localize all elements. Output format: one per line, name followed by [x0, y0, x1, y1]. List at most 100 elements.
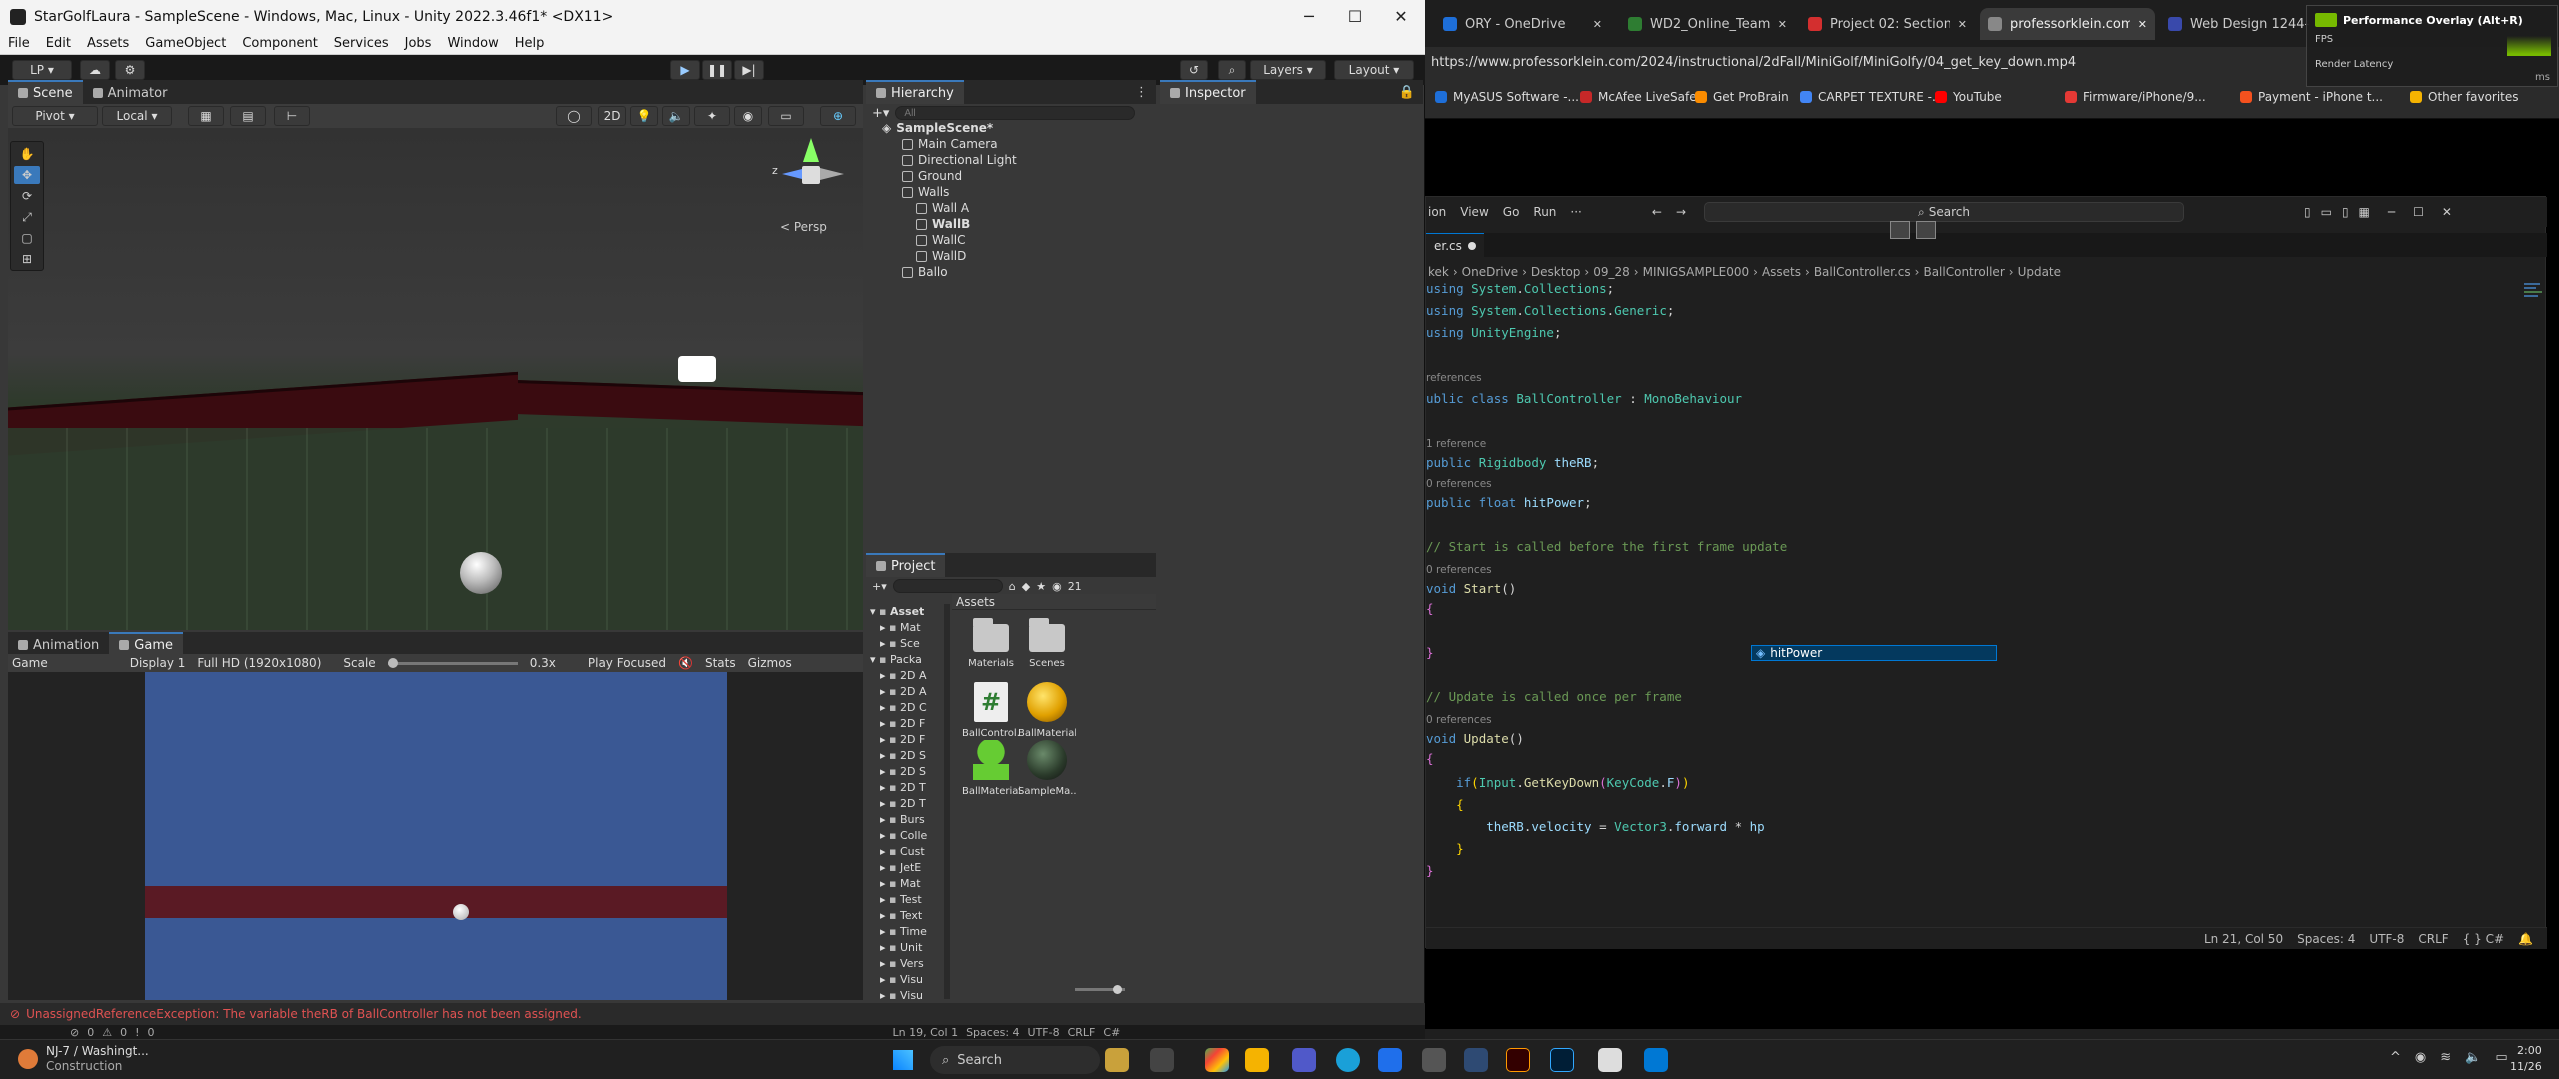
star-icon[interactable]: ★ — [1036, 580, 1046, 593]
code-line[interactable]: 0 references — [1426, 475, 1492, 491]
autocomplete-suggestion[interactable]: hitPower — [1770, 646, 1822, 660]
breadcrumb-item[interactable]: BallController.cs — [1814, 265, 1911, 279]
layout-dropdown[interactable]: Layout ▾ — [1334, 60, 1414, 80]
expand-arrow-icon[interactable]: ▸ — [880, 957, 889, 970]
start-button-icon[interactable] — [893, 1050, 913, 1070]
menu-gameobject[interactable]: GameObject — [137, 36, 234, 51]
bookmark[interactable]: Get ProBrain — [1695, 90, 1789, 104]
project-add-button[interactable]: +▾ — [872, 580, 887, 593]
command-center-search[interactable]: ⌕ Search — [1704, 202, 2184, 222]
vscode-menu-item[interactable]: Run — [1533, 205, 1556, 219]
bookmark[interactable]: Firmware/iPhone/9... — [2065, 90, 2206, 104]
menu-jobs[interactable]: Jobs — [397, 36, 440, 51]
code-line[interactable]: 0 references — [1426, 561, 1492, 577]
weather-widget[interactable]: NJ-7 / Washingt... Construction — [18, 1044, 149, 1074]
expand-arrow-icon[interactable]: ▸ — [880, 717, 889, 730]
increment-snap-icon[interactable]: ⊢ — [274, 106, 310, 126]
draw-mode-icon[interactable]: ◯ — [556, 106, 592, 126]
clock[interactable]: 2:00 11/26 — [2510, 1043, 2542, 1075]
project-tree-item[interactable]: ▸ ▪ Mat — [868, 876, 948, 892]
bookmark[interactable]: MyASUS Software -... — [1435, 90, 1579, 104]
project-tree-item[interactable]: ▸ ▪ Time — [868, 924, 948, 940]
play-focused-dropdown[interactable]: Play Focused — [588, 656, 666, 670]
tab-hierarchy[interactable]: Hierarchy — [866, 80, 964, 104]
menu-component[interactable]: Component — [234, 36, 325, 51]
code-line[interactable]: if(Input.GetKeyDown(KeyCode.F)) — [1426, 775, 1689, 791]
hierarchy-item[interactable]: ◈ SampleScene* — [882, 120, 1156, 136]
network-icon[interactable]: ◉ — [2415, 1050, 2426, 1065]
hierarchy-item[interactable]: WallB — [882, 216, 1156, 232]
stats-button[interactable]: Stats — [705, 656, 736, 670]
gizmos-icon[interactable]: ⊕ — [820, 106, 856, 126]
menu-window[interactable]: Window — [439, 36, 506, 51]
project-tree-item[interactable]: ▸ ▪ Visu — [868, 988, 948, 999]
transform-tool-icon[interactable]: ⊞ — [14, 250, 40, 268]
browser-tab[interactable]: professorklein.com ✕ — [1980, 8, 2155, 40]
code-line[interactable]: { — [1426, 797, 1464, 813]
tab-close-icon[interactable]: ✕ — [1593, 18, 1602, 31]
scale-tool-icon[interactable]: ⤢ — [14, 208, 40, 226]
expand-arrow-icon[interactable]: ▾ — [870, 653, 879, 666]
code-line[interactable]: using System.Collections.Generic; — [1426, 303, 1674, 319]
message-count[interactable]: 0 — [148, 1026, 155, 1039]
resolution-dropdown[interactable]: Full HD (1920x1080) — [197, 656, 321, 670]
file-explorer-icon[interactable] — [1245, 1048, 1269, 1072]
share-screen-icon[interactable] — [1916, 221, 1936, 239]
expand-arrow-icon[interactable]: ▸ — [880, 797, 889, 810]
expand-arrow-icon[interactable]: ▸ — [880, 749, 889, 762]
bell-icon[interactable]: 🔔 — [2518, 932, 2533, 946]
project-breadcrumb[interactable]: Assets — [952, 594, 1156, 610]
minimap[interactable] — [2524, 281, 2546, 361]
tab-animator[interactable]: Animator — [83, 80, 178, 104]
console-error-message[interactable]: UnassignedReferenceException: The variab… — [26, 1007, 582, 1021]
expand-arrow-icon[interactable]: ▸ — [880, 621, 889, 634]
expand-arrow-icon[interactable]: ▸ — [880, 813, 889, 826]
asset-green-sphere[interactable]: SampleMa... — [1018, 740, 1076, 797]
code-line[interactable]: theRB.velocity = Vector3.forward * hp — [1426, 819, 1765, 835]
hierarchy-item[interactable]: WallD — [882, 248, 1156, 264]
close-button[interactable]: ✕ — [1378, 0, 1424, 33]
project-tree-item[interactable]: ▸ ▪ Text — [868, 908, 948, 924]
wifi-icon[interactable]: ≋ — [2440, 1050, 2451, 1065]
project-tree-item[interactable]: ▸ ▪ 2D A — [868, 668, 948, 684]
mute-icon[interactable]: 🔇 — [678, 656, 693, 670]
project-tree-item[interactable]: ▸ ▪ Vers — [868, 956, 948, 972]
status-encoding[interactable]: UTF-8 — [2369, 932, 2404, 946]
code-line[interactable]: } — [1426, 841, 1464, 857]
expand-arrow-icon[interactable]: ▸ — [880, 925, 889, 938]
browser-tab[interactable]: Project 02: Section A ✕ — [1800, 8, 1975, 40]
minimize-button[interactable]: ─ — [1286, 0, 1332, 33]
code-line[interactable]: ublic class BallController : MonoBehavio… — [1426, 391, 1742, 407]
label-icon[interactable]: ◆ — [1022, 580, 1030, 593]
breadcrumb-item[interactable]: BallController — [1923, 265, 2004, 279]
collab-icon[interactable]: ⚙ — [115, 60, 145, 80]
breadcrumb-item[interactable]: MINIGSAMPLE000 — [1643, 265, 1750, 279]
expand-arrow-icon[interactable]: ▾ — [870, 605, 879, 618]
photoshop-icon[interactable] — [1550, 1048, 1574, 1072]
vscode-window-controls[interactable]: ─☐✕ — [2388, 205, 2470, 219]
breadcrumb-item[interactable]: Assets — [1762, 265, 1801, 279]
bookmark[interactable]: McAfee LiveSafe — [1580, 90, 1697, 104]
tray-chevron-icon[interactable]: ^ — [2390, 1050, 2401, 1065]
inspector-lock-icon[interactable]: 🔒 — [1399, 85, 1415, 100]
bookmark[interactable]: Other favorites — [2410, 90, 2519, 104]
project-tree-item[interactable]: ▸ ▪ 2D F — [868, 732, 948, 748]
code-line[interactable]: public float hitPower; — [1426, 495, 1592, 511]
code-line[interactable]: } — [1426, 863, 1434, 879]
history-icon[interactable]: ↺ — [1180, 60, 1208, 80]
asset-physics[interactable]: BallMaterial — [962, 740, 1020, 797]
display-dropdown[interactable]: Display 1 — [130, 656, 186, 670]
project-tree-item[interactable]: ▸ ▪ 2D S — [868, 748, 948, 764]
tab-close-icon[interactable]: ✕ — [1778, 18, 1787, 31]
tab-scene[interactable]: Scene — [8, 80, 83, 104]
expand-arrow-icon[interactable]: ▸ — [880, 701, 889, 714]
pause-button[interactable]: ❚❚ — [702, 60, 732, 80]
code-line[interactable]: // Start is called before the first fram… — [1426, 539, 1787, 555]
browser-tab[interactable]: WD2_Online_Team_Proj ✕ — [1620, 8, 1795, 40]
vscode-menu-item[interactable]: View — [1460, 205, 1488, 219]
store-icon[interactable] — [1378, 1048, 1402, 1072]
camera-icon[interactable]: ▭ — [768, 106, 804, 126]
expand-arrow-icon[interactable]: ▸ — [880, 685, 889, 698]
forward-arrow-icon[interactable]: → — [1676, 205, 1686, 219]
gizmos-button[interactable]: Gizmos — [748, 656, 792, 670]
